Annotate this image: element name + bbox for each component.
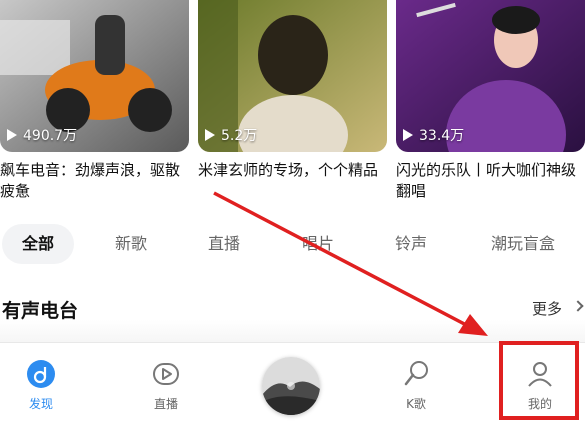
live-play-icon bbox=[153, 363, 179, 385]
tab-all[interactable]: 全部 bbox=[2, 224, 74, 264]
playlist-title[interactable]: 飙车电音：劲爆声浪，驱散疲惫 bbox=[0, 160, 189, 202]
nav-discover[interactable]: 发现 bbox=[1, 343, 81, 423]
tab-new-songs[interactable]: 新歌 bbox=[105, 224, 157, 264]
playlist-title[interactable]: 米津玄师的专场，个个精品 bbox=[198, 160, 387, 202]
tab-live[interactable]: 直播 bbox=[198, 224, 250, 264]
tab-ringtones[interactable]: 铃声 bbox=[385, 224, 437, 264]
more-link[interactable]: 更多 bbox=[532, 298, 562, 319]
play-icon bbox=[7, 129, 17, 141]
microphone-icon bbox=[404, 361, 428, 386]
nav-label: 直播 bbox=[153, 397, 178, 411]
playlist-cover-image[interactable]: 33.4万 bbox=[396, 0, 585, 152]
playlist-card[interactable]: 490.7万 飙车电音：劲爆声浪，驱散疲惫 bbox=[0, 0, 189, 202]
nav-karaoke[interactable]: K歌 bbox=[376, 343, 456, 423]
play-count-value: 5.2万 bbox=[221, 128, 258, 144]
play-count-value: 33.4万 bbox=[419, 128, 465, 144]
tab-blind-box[interactable]: 潮玩盲盒 bbox=[481, 224, 565, 264]
category-tabs: 全部 新歌 直播 唱片 铃声 潮玩盲盒 bbox=[0, 224, 585, 266]
play-count: 490.7万 bbox=[7, 125, 77, 145]
section-divider bbox=[0, 320, 585, 342]
playlist-cover-image[interactable]: 5.2万 bbox=[198, 0, 387, 152]
bottom-nav: 发现 直播 K歌 我的 bbox=[0, 342, 585, 440]
playlist-card[interactable]: 5.2万 米津玄师的专场，个个精品 bbox=[198, 0, 387, 202]
section-title: 有声电台 bbox=[2, 300, 79, 322]
nav-label: 发现 bbox=[28, 397, 53, 411]
play-icon bbox=[205, 129, 215, 141]
chevron-right-icon[interactable] bbox=[572, 300, 584, 312]
playlist-cover-image[interactable]: 490.7万 bbox=[0, 0, 189, 152]
playlist-cards: 490.7万 飙车电音：劲爆声浪，驱散疲惫 5.2万 米津玄师的专场，个个精品 bbox=[0, 0, 585, 210]
now-playing-disc[interactable] bbox=[262, 357, 320, 415]
play-count-value: 490.7万 bbox=[23, 128, 78, 144]
tab-albums[interactable]: 唱片 bbox=[292, 224, 344, 264]
annotation-highlight-box bbox=[499, 341, 579, 420]
play-icon bbox=[403, 129, 413, 141]
playlist-card[interactable]: 33.4万 闪光的乐队丨听大咖们神级翻唱 bbox=[396, 0, 585, 202]
discover-icon bbox=[27, 360, 55, 388]
nav-live[interactable]: 直播 bbox=[126, 343, 206, 423]
playlist-title[interactable]: 闪光的乐队丨听大咖们神级翻唱 bbox=[396, 160, 585, 202]
play-count: 5.2万 bbox=[205, 125, 257, 145]
play-count: 33.4万 bbox=[403, 125, 464, 145]
nav-label: K歌 bbox=[406, 397, 426, 411]
